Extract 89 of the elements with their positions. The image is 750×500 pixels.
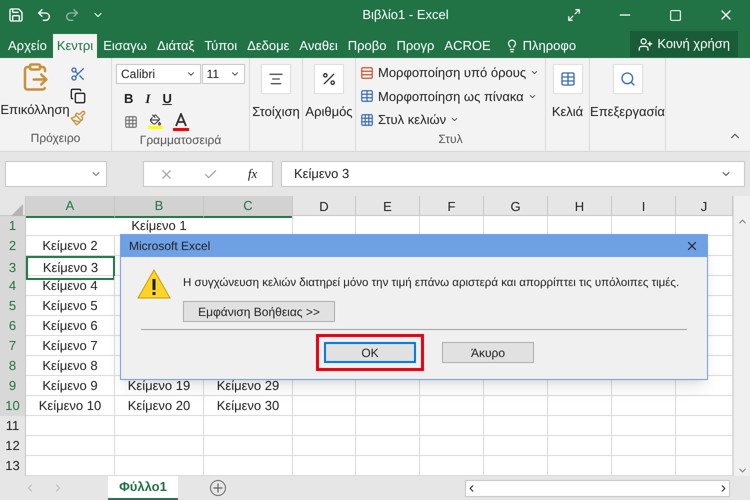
font-name-field[interactable]: Calibri bbox=[116, 64, 201, 84]
table-cell: Κείμενο 10 bbox=[26, 396, 115, 416]
close-icon[interactable] bbox=[685, 239, 699, 253]
styles-menu-item[interactable]: Μορφοποίηση υπό όρους bbox=[360, 63, 541, 82]
row-header[interactable]: 10 bbox=[0, 396, 26, 416]
column-header[interactable]: F bbox=[420, 196, 484, 218]
row-header[interactable]: 11 bbox=[0, 416, 26, 436]
vertical-scrollbar[interactable] bbox=[733, 196, 750, 476]
dialog-message: Η συγχώνευση κελιών διατηρεί μόνο την τιμή επάνω αριστερά και απορρίπτει τις υπόλοιπες τιμές. bbox=[183, 276, 680, 291]
column-header[interactable]: D bbox=[293, 196, 356, 218]
cut-icon[interactable] bbox=[70, 66, 86, 82]
column-header[interactable]: G bbox=[484, 196, 548, 218]
table-cell: Κείμενο 4 bbox=[26, 276, 115, 296]
percent-icon bbox=[314, 64, 344, 94]
add-sheet-icon[interactable] bbox=[210, 480, 226, 496]
ribbon-tab[interactable]: Αναθει bbox=[295, 34, 342, 58]
row-header[interactable]: 12 bbox=[0, 436, 26, 456]
rows-icon bbox=[360, 66, 374, 80]
insert-function-button[interactable]: fx bbox=[248, 164, 258, 184]
table-icon bbox=[552, 64, 582, 94]
row-header[interactable]: 7 bbox=[0, 336, 26, 356]
person-plus-icon bbox=[638, 36, 654, 52]
column-header[interactable]: A bbox=[26, 196, 115, 218]
table-cell: Κείμενο 5 bbox=[26, 296, 115, 316]
column-header[interactable]: H bbox=[548, 196, 612, 218]
tell-me-field[interactable]: Πληροφο bbox=[522, 36, 576, 56]
row-header[interactable]: 6 bbox=[0, 316, 26, 336]
cells-button[interactable]: Κελιά bbox=[546, 58, 590, 151]
font-size-field[interactable]: 11 bbox=[202, 64, 245, 84]
search-icon bbox=[612, 64, 642, 94]
ribbon-display-icon[interactable] bbox=[567, 8, 581, 22]
table-cell: Κείμενο 8 bbox=[26, 356, 115, 376]
table-cell: Κείμενο 2 bbox=[26, 236, 115, 256]
table-cell: Κείμενο 20 bbox=[115, 396, 204, 416]
save-icon[interactable] bbox=[8, 7, 24, 23]
editing-button[interactable]: Επεξεργασία bbox=[590, 58, 666, 151]
ribbon-tab[interactable]: Κεντρι bbox=[52, 34, 98, 58]
ribbon-tab[interactable]: Προβο bbox=[344, 34, 390, 58]
dialog-button[interactable]: Άκυρο bbox=[442, 342, 534, 364]
share-button[interactable]: Κοινή χρήση bbox=[630, 31, 738, 57]
column-header[interactable]: B bbox=[115, 196, 204, 218]
row-header[interactable]: 8 bbox=[0, 356, 26, 376]
dialog-button[interactable]: OK bbox=[324, 342, 416, 364]
ribbon-tab[interactable]: Διάταξ bbox=[152, 34, 198, 58]
maximize-icon[interactable] bbox=[669, 8, 682, 22]
fill-color-icon[interactable] bbox=[148, 114, 163, 129]
bold-button[interactable]: B bbox=[124, 89, 134, 108]
number-button[interactable]: Αριθμός bbox=[303, 58, 356, 151]
sheet-tab[interactable]: Φύλλο1 bbox=[108, 476, 178, 500]
grid-icon bbox=[360, 112, 374, 127]
column-header[interactable]: I bbox=[612, 196, 676, 218]
styles-menu-item[interactable]: Μορφοποίηση ως πίνακα bbox=[360, 86, 541, 106]
table-icon bbox=[360, 89, 374, 104]
group-label: Γραμματοσειρά bbox=[138, 132, 222, 148]
alignment-button[interactable]: Στοίχιση bbox=[250, 58, 303, 151]
align-center-icon bbox=[261, 64, 291, 94]
ribbon-tab[interactable]: ACROE bbox=[440, 34, 495, 58]
paste-button[interactable]: Επικόλληση bbox=[0, 62, 70, 129]
group-label: Στυλ bbox=[437, 130, 464, 148]
dialog-title: Microsoft Excel bbox=[129, 238, 210, 255]
column-header[interactable]: E bbox=[356, 196, 420, 218]
warning-icon bbox=[137, 269, 171, 299]
table-cell: Κείμενο 9 bbox=[26, 376, 115, 396]
styles-menu-item[interactable]: Στυλ κελιών bbox=[360, 110, 541, 130]
table-cell: Κείμενο 7 bbox=[26, 336, 115, 356]
help-button[interactable]: Εμφάνιση Βοήθειας >> bbox=[183, 301, 335, 322]
underline-button[interactable]: U bbox=[162, 89, 172, 108]
borders-icon[interactable] bbox=[124, 114, 138, 128]
italic-button[interactable]: I bbox=[145, 89, 150, 108]
copy-icon[interactable] bbox=[70, 88, 86, 104]
table-cell: Κείμενο 30 bbox=[204, 396, 293, 416]
row-header[interactable]: 9 bbox=[0, 376, 26, 396]
ribbon-tab[interactable]: Προγρ bbox=[392, 34, 438, 58]
column-header[interactable]: C bbox=[204, 196, 293, 218]
row-header[interactable]: 1 bbox=[0, 216, 26, 236]
ribbon-tab[interactable]: Αρχείο bbox=[4, 34, 51, 58]
ribbon-tab[interactable]: Εισαγω bbox=[99, 34, 151, 58]
row-header[interactable]: 5 bbox=[0, 296, 26, 316]
row-header[interactable]: 13 bbox=[0, 456, 26, 476]
ribbon-tab[interactable]: Δεδομε bbox=[243, 34, 294, 58]
ribbon-tab[interactable]: Τύποι bbox=[200, 34, 242, 58]
group-label: Πρόχειρο bbox=[30, 130, 82, 147]
formula-field[interactable]: Κείμενο 3 bbox=[281, 161, 745, 187]
table-cell: Κείμενο 6 bbox=[26, 316, 115, 336]
table-cell: Κείμενο 3 bbox=[26, 256, 115, 280]
row-header[interactable]: 2 bbox=[0, 236, 26, 256]
undo-icon[interactable] bbox=[36, 7, 52, 23]
window-title: Βιβλίο1 - Excel bbox=[361, 6, 450, 24]
horizontal-scrollbar[interactable] bbox=[465, 480, 730, 496]
